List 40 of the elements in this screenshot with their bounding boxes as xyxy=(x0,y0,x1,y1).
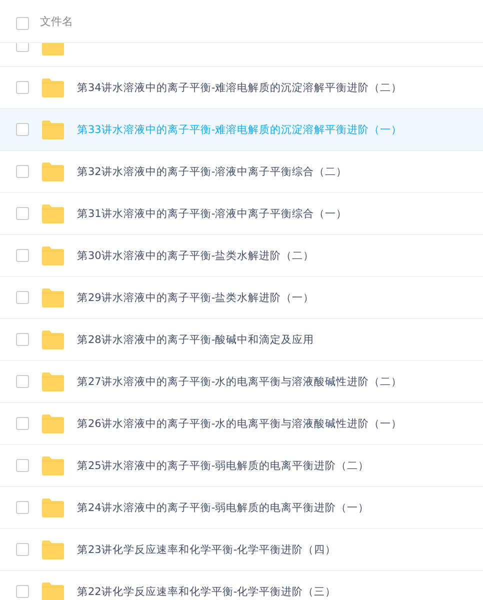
folder-icon xyxy=(41,288,65,308)
checkbox[interactable] xyxy=(16,249,29,262)
checkbox[interactable] xyxy=(16,417,29,430)
folder-icon xyxy=(41,120,65,140)
checkbox[interactable] xyxy=(16,291,29,304)
folder-icon xyxy=(41,78,65,98)
folder-name[interactable]: 第26讲水溶液中的离子平衡-水的电离平衡与溶液酸碱性进阶（一） xyxy=(77,416,402,430)
folder-name[interactable]: 第28讲水溶液中的离子平衡-酸碱中和滴定及应用 xyxy=(77,332,314,346)
folder-icon xyxy=(41,540,65,560)
checkbox[interactable] xyxy=(16,459,29,472)
folder-name[interactable]: 第23讲化学反应速率和化学平衡-化学平衡进阶（四） xyxy=(77,542,336,556)
folder-icon xyxy=(41,498,65,518)
folder-name[interactable]: 第22讲化学反应速率和化学平衡-化学平衡进阶（三） xyxy=(77,584,336,598)
checkbox[interactable] xyxy=(16,333,29,346)
column-header: 文件名 xyxy=(40,14,73,28)
checkbox[interactable] xyxy=(16,207,29,220)
folder-name[interactable]: 第24讲水溶液中的离子平衡-弱电解质的电离平衡进阶（一） xyxy=(77,500,370,514)
folder-icon xyxy=(41,162,65,182)
folder-icon xyxy=(41,582,65,600)
checkbox[interactable] xyxy=(16,123,29,136)
folder-name[interactable]: 第30讲水溶液中的离子平衡-盐类水解进阶（二） xyxy=(77,248,314,262)
folder-icon xyxy=(41,204,65,224)
folder-name[interactable]: 第27讲水溶液中的离子平衡-水的电离平衡与溶液酸碱性进阶（二） xyxy=(77,374,402,388)
folder-name[interactable]: 第32讲水溶液中的离子平衡-溶液中离子平衡综合（二） xyxy=(77,164,348,178)
checkbox[interactable] xyxy=(16,375,29,388)
checkbox[interactable] xyxy=(16,501,29,514)
folder-icon xyxy=(41,330,65,350)
checkbox[interactable] xyxy=(16,165,29,178)
folder-name[interactable]: 第25讲水溶液中的离子平衡-弱电解质的电离平衡进阶（二） xyxy=(77,458,370,472)
folder-icon xyxy=(41,372,65,392)
folder-name[interactable]: 第34讲水溶液中的离子平衡-难溶电解质的沉淀溶解平衡进阶（二） xyxy=(77,80,402,94)
checkbox[interactable] xyxy=(16,585,29,598)
folder-icon xyxy=(41,246,65,266)
folder-name[interactable]: 第31讲水溶液中的离子平衡-溶液中离子平衡综合（一） xyxy=(77,206,348,220)
folder-icon xyxy=(41,456,65,476)
folder-icon xyxy=(41,414,65,434)
checkbox[interactable] xyxy=(16,543,29,556)
checkbox[interactable] xyxy=(16,16,29,30)
checkbox[interactable] xyxy=(16,81,29,94)
folder-name[interactable]: 第29讲水溶液中的离子平衡-盐类水解进阶（一） xyxy=(77,290,314,304)
